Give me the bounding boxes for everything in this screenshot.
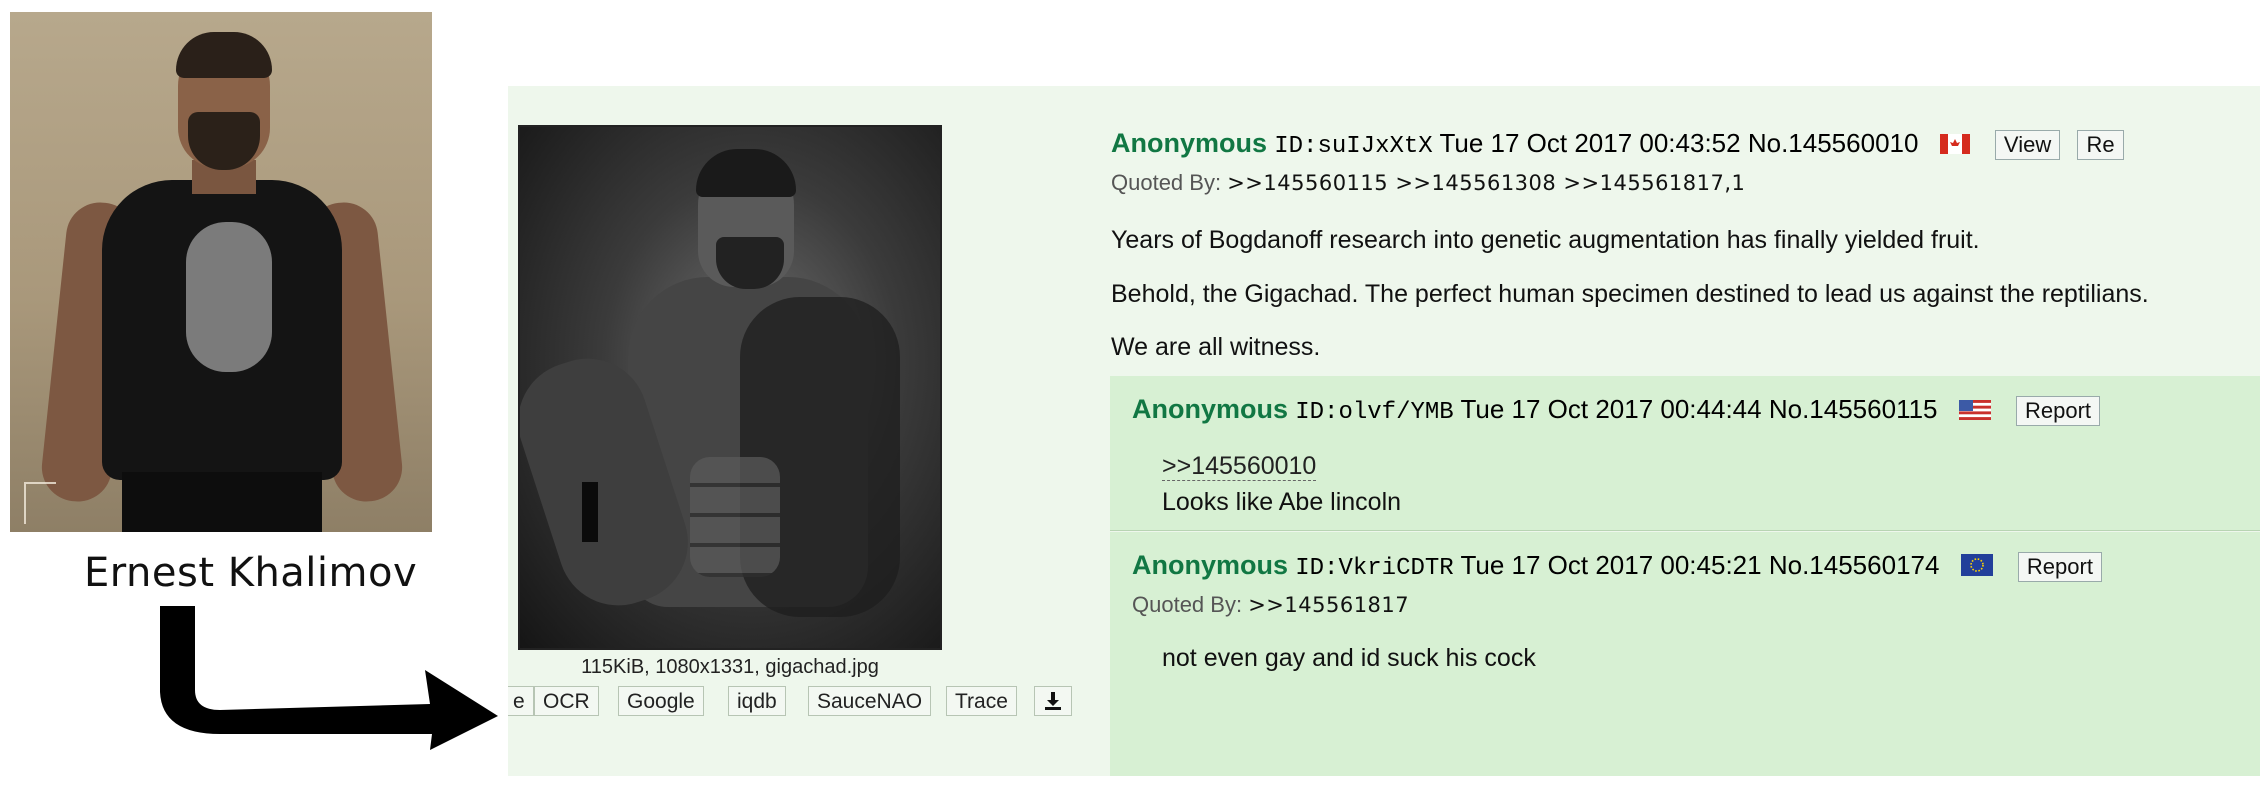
- thread-panel: 115KiB, 1080x1331, gigachad.jpg e OCR Go…: [508, 86, 2260, 776]
- arrow-icon: [160, 606, 498, 750]
- post-number[interactable]: No.145560115: [1769, 394, 1938, 424]
- quoted-by-links[interactable]: >>145560115 >>145561308 >>145561817,1: [1227, 171, 1745, 195]
- poster-id[interactable]: ID:suIJxXtX: [1274, 133, 1432, 160]
- op-post-header: Anonymous ID:suIJxXtX Tue 17 Oct 2017 00…: [1111, 128, 2124, 161]
- report-button[interactable]: Re: [2077, 130, 2124, 160]
- post-number[interactable]: No.145560174: [1769, 550, 1940, 580]
- op-image-thumbnail[interactable]: [518, 125, 942, 650]
- post-datetime: Tue 17 Oct 2017 00:45:21: [1460, 550, 1762, 580]
- poster-name: Anonymous: [1111, 128, 1268, 158]
- reply-body: not even gay and id suck his cock: [1162, 644, 1536, 672]
- report-button[interactable]: Report: [2017, 552, 2102, 582]
- poster-name: Anonymous: [1132, 550, 1289, 580]
- op-body-line: Behold, the Gigachad. The perfect human …: [1111, 280, 2149, 308]
- file-info: 115KiB, 1080x1331, gigachad.jpg: [581, 656, 879, 678]
- view-button[interactable]: View: [1994, 130, 2061, 160]
- photo-caption: Ernest Khalimov: [84, 550, 418, 596]
- reply-quoted-by: Quoted By: >>145561817: [1132, 592, 1409, 618]
- canada-flag-icon: [1939, 130, 1970, 161]
- poster-name: Anonymous: [1132, 394, 1289, 424]
- post-number[interactable]: No.145560010: [1748, 128, 1919, 158]
- download-icon[interactable]: [1034, 686, 1072, 716]
- reply-body: Looks like Abe lincoln: [1162, 488, 1402, 516]
- op-quoted-by: Quoted By: >>145560115 >>145561308 >>145…: [1111, 170, 1745, 196]
- quoted-by-links[interactable]: >>145561817: [1248, 593, 1409, 617]
- ocr-button[interactable]: OCR: [534, 686, 599, 716]
- trace-button[interactable]: Trace: [946, 686, 1017, 716]
- poster-id[interactable]: ID:olvf/YMB: [1295, 399, 1453, 426]
- report-button[interactable]: Report: [2015, 396, 2101, 426]
- reply-post: Anonymous ID:olvf/YMB Tue 17 Oct 2017 00…: [1110, 376, 2260, 531]
- google-button[interactable]: Google: [618, 686, 704, 716]
- post-datetime: Tue 17 Oct 2017 00:43:52: [1439, 128, 1741, 158]
- quoted-by-label: Quoted By:: [1111, 170, 1222, 195]
- eu-flag-icon: [1960, 552, 1993, 583]
- reply-header: Anonymous ID:VkriCDTR Tue 17 Oct 2017 00…: [1132, 550, 2102, 583]
- usa-flag-icon: [1958, 396, 1991, 427]
- post-datetime: Tue 17 Oct 2017 00:44:44: [1460, 394, 1762, 424]
- poster-id[interactable]: ID:VkriCDTR: [1295, 555, 1453, 582]
- op-body-line: We are all witness.: [1111, 333, 1321, 361]
- reply-header: Anonymous ID:olvf/YMB Tue 17 Oct 2017 00…: [1132, 394, 2101, 427]
- file-button-cut[interactable]: e: [508, 686, 534, 716]
- reference-photo: [10, 12, 432, 532]
- iqdb-button[interactable]: iqdb: [728, 686, 786, 716]
- quote-link-text[interactable]: >>145560010: [1162, 452, 1317, 481]
- quote-link[interactable]: >>145560010: [1162, 452, 1317, 481]
- saucenao-button[interactable]: SauceNAO: [808, 686, 932, 716]
- reply-post: Anonymous ID:VkriCDTR Tue 17 Oct 2017 00…: [1110, 532, 2260, 776]
- op-body-line: Years of Bogdanoff research into genetic…: [1111, 226, 1980, 254]
- quoted-by-label: Quoted By:: [1132, 592, 1243, 617]
